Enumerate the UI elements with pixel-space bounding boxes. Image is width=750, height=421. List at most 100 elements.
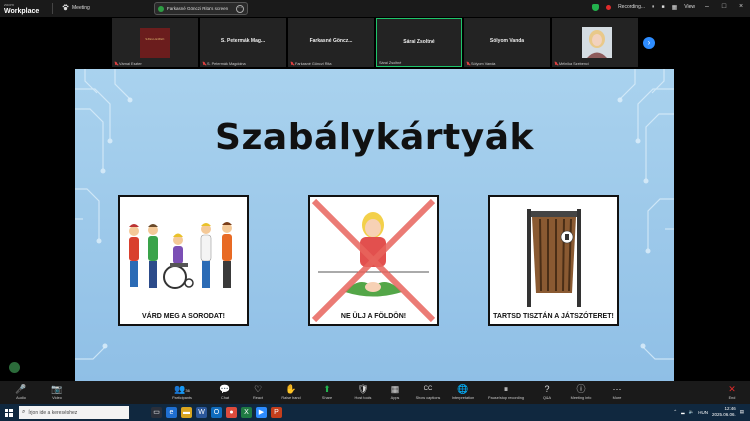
info-icon: ⓘ xyxy=(576,384,586,394)
pause-stop-icon: ⏸ xyxy=(503,384,509,394)
start-button[interactable] xyxy=(0,404,17,421)
meeting-menu[interactable]: Meeting xyxy=(62,4,90,11)
captions-icon: CC xyxy=(423,386,433,392)
tray-overflow-icon[interactable]: ⌃ xyxy=(673,409,677,415)
share-label: Share xyxy=(321,396,333,400)
rule-card-caption: VÁRD MEG A SORODAT! xyxy=(142,313,225,320)
participant-tile[interactable]: SZELLEMEK Várnai Eszter xyxy=(112,18,198,67)
participant-tile[interactable]: Farkasné Göncz... Farkasné Gönczi Rita xyxy=(288,18,374,67)
show-captions-button[interactable]: CC Show captions xyxy=(412,383,444,403)
participants-icon: 👥36 xyxy=(166,383,198,395)
view-button[interactable]: View xyxy=(684,4,695,10)
share-options-icon[interactable]: ⋯ xyxy=(236,4,244,13)
meeting-toolbar: 🎤 Audio 📷 Video 👥36 Participants 💬 Chat ♡ Rea… xyxy=(0,381,750,404)
participant-name-label: Várnai Eszter xyxy=(119,62,142,66)
qa-button[interactable]: ? Q&A xyxy=(536,383,558,403)
recording-stop-icon[interactable]: ■ xyxy=(662,4,665,10)
security-shield-icon[interactable] xyxy=(592,3,600,11)
interpretation-button[interactable]: 🌐 Interpretation xyxy=(447,383,479,403)
thumbnail-book-title: SZELLEMEK xyxy=(145,37,165,41)
language-indicator[interactable]: HUN xyxy=(698,410,708,415)
apps-button[interactable]: ▦ Apps xyxy=(384,383,406,403)
minimize-button[interactable]: – xyxy=(702,3,712,11)
participants-button[interactable]: 👥36 Participants xyxy=(166,383,198,403)
more-button[interactable]: ⋯ More xyxy=(606,383,628,403)
word-icon[interactable]: W xyxy=(196,407,207,418)
windows-logo-icon xyxy=(4,408,13,417)
participants-count: 36 xyxy=(185,388,190,393)
host-tools-button[interactable]: 🛡 Host tools xyxy=(350,383,376,403)
shield-icon: 🛡 xyxy=(357,384,369,394)
raise-hand-label: Raise hand xyxy=(281,396,301,400)
mic-muted-icon xyxy=(466,62,470,66)
rule-card-caption: NE ÜLJ A FÖLDÖN! xyxy=(340,313,407,320)
more-label: More xyxy=(612,396,622,400)
zoom-icon[interactable]: ▶ xyxy=(256,407,267,418)
excel-icon[interactable]: X xyxy=(241,407,252,418)
powerpoint-icon[interactable]: P xyxy=(271,407,282,418)
audio-label: Audio xyxy=(16,396,26,400)
participant-name: Sólyom Vanda xyxy=(489,38,525,44)
end-meeting-button[interactable]: ✕ End xyxy=(722,383,742,403)
clock[interactable]: 12:46 2025.06.06. xyxy=(712,406,736,418)
search-icon: ⌕ xyxy=(22,409,26,415)
participant-tile[interactable]: Mélnika Szebenci xyxy=(552,18,638,67)
react-button[interactable]: ♡ React xyxy=(247,383,269,403)
more-dots-icon: ⋯ xyxy=(612,384,622,394)
participant-name-label: Farkasné Gönczi Rita xyxy=(295,62,332,66)
meeting-info-button[interactable]: ⓘ Meeting info xyxy=(566,383,596,403)
participant-gallery: SZELLEMEK Várnai Eszter S. Petermák Mag.… xyxy=(112,18,638,67)
brand-small: zoom xyxy=(4,2,14,7)
system-tray: ⌃ ▂ 🔈 HUN 12:46 2025.06.06. ▤ xyxy=(673,406,744,418)
meeting-info-label: Meeting info xyxy=(570,396,592,400)
network-icon[interactable]: ▂ xyxy=(681,409,684,415)
volume-icon[interactable]: 🔈 xyxy=(689,409,695,415)
edge-icon[interactable]: e xyxy=(166,407,177,418)
queue-illustration xyxy=(129,222,232,289)
chrome-icon[interactable]: ● xyxy=(226,407,237,418)
raise-hand-button[interactable]: ✋ Raise hand xyxy=(278,383,304,403)
apps-grid-icon: ▦ xyxy=(390,384,400,394)
mic-muted-icon xyxy=(290,62,294,66)
rule-card-wait-in-line: VÁRD MEG A SORODAT! xyxy=(118,195,249,326)
outlook-icon[interactable]: O xyxy=(211,407,222,418)
qa-label: Q&A xyxy=(542,396,552,400)
task-view-icon[interactable]: ▭ xyxy=(151,407,162,418)
pause-stop-recording-button[interactable]: ⏸ Pause/stop recording xyxy=(484,383,528,403)
close-button[interactable]: × xyxy=(736,3,746,11)
participant-label: S. Petermák Magdolna xyxy=(202,62,246,66)
hand-icon: ✋ xyxy=(285,384,297,394)
user-avatar-badge-icon[interactable] xyxy=(9,362,20,373)
participant-name-label: Sólyom Vanda xyxy=(471,62,496,66)
chat-icon: 💬 xyxy=(219,384,231,394)
host-tools-label: Host tools xyxy=(354,396,372,400)
participant-name-label: Sárai Zsoltné xyxy=(379,61,402,65)
search-placeholder: Írjon ide a kereséshez xyxy=(28,409,78,416)
participant-tile-active-speaker[interactable]: Sárai Zsoltné Sárai Zsoltné xyxy=(376,18,462,67)
participant-name-label: S. Petermák Magdolna xyxy=(207,62,246,66)
recording-dot-icon xyxy=(606,4,612,10)
maximize-button[interactable]: □ xyxy=(719,3,729,11)
audio-button[interactable]: 🎤 Audio xyxy=(10,383,32,403)
participant-tile[interactable]: S. Petermák Mag... S. Petermák Magdolna xyxy=(200,18,286,67)
participant-photo xyxy=(582,27,612,58)
participant-tile[interactable]: Sólyom Vanda Sólyom Vanda xyxy=(464,18,550,67)
gallery-next-button[interactable]: › xyxy=(643,37,655,49)
share-button[interactable]: ⬆ Share xyxy=(316,383,338,403)
recording-pause-icon[interactable]: ⏸ xyxy=(652,4,655,10)
notifications-icon[interactable]: ▤ xyxy=(740,409,744,415)
share-screen-icon: ⬆ xyxy=(323,384,331,394)
globe-icon: 🌐 xyxy=(457,384,469,394)
participant-name: Farkasné Göncz... xyxy=(309,38,353,44)
taskbar-search-input[interactable]: ⌕ Írjon ide a kereséshez xyxy=(19,406,129,419)
chat-button[interactable]: 💬 Chat xyxy=(214,383,236,403)
rule-card-dont-sit-on-ground: NE ÜLJ A FÖLDÖN! xyxy=(308,195,439,326)
screen-share-status[interactable]: Farkasné Gönczi Rita's screen ⋯ xyxy=(154,2,248,15)
participant-label: Várnai Eszter xyxy=(114,62,142,66)
recording-status[interactable]: Recording... xyxy=(618,4,645,10)
brand-name: Workplace xyxy=(4,8,40,15)
chat-label: Chat xyxy=(220,396,230,400)
app-logo: zoom Workplace xyxy=(4,1,39,15)
file-explorer-icon[interactable]: ▬ xyxy=(181,407,192,418)
video-button[interactable]: 📷 Video xyxy=(46,383,68,403)
